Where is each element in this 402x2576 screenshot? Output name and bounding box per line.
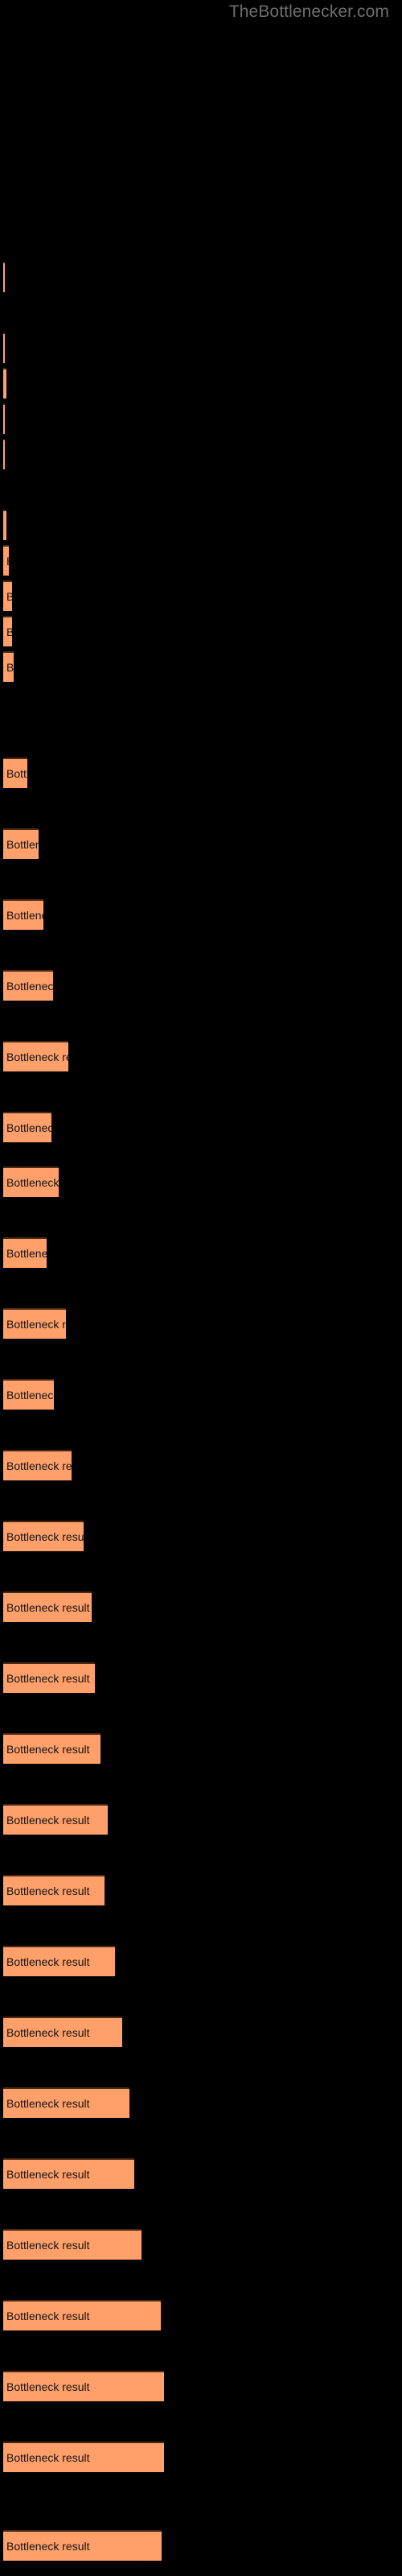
bar-3[interactable]: Bottleneck result (3, 403, 5, 434)
bar-label: Bottleneck result (6, 2097, 90, 2110)
bar-label: Bottleneck result (6, 1121, 51, 1134)
bar-16[interactable]: Bottleneck result (3, 1166, 59, 1197)
bar-label: Bottleneck result (6, 661, 14, 674)
bar-label: Bottleneck result (6, 2540, 90, 2553)
bar-2[interactable]: Bottleneck result (3, 368, 6, 398)
bar-label: Bottleneck result (6, 1389, 54, 1402)
bar-17[interactable]: Bottleneck result (3, 1237, 47, 1268)
bottleneck-chart-page: TheBottlenecker.com Bottleneck resultBot… (0, 0, 402, 2576)
bar-22[interactable]: Bottleneck result (3, 1591, 92, 1622)
bar-label: Bottleneck result (6, 2026, 90, 2039)
bar-label: Bottleneck result (6, 2239, 90, 2252)
bar-10[interactable]: Bottleneck result (3, 758, 27, 788)
bar-label: Bottleneck result (6, 555, 9, 568)
bar-label: Bottleneck result (6, 1885, 90, 1897)
bar-29[interactable]: Bottleneck result (3, 2087, 129, 2118)
bar-label: Bottleneck result (6, 1176, 59, 1189)
bar-label: Bottleneck result (6, 590, 12, 603)
bar-19[interactable]: Bottleneck result (3, 1379, 54, 1410)
bar-32[interactable]: Bottleneck result (3, 2300, 161, 2330)
bar-33[interactable]: Bottleneck result (3, 2371, 164, 2401)
bar-23[interactable]: Bottleneck result (3, 1662, 95, 1693)
bar-28[interactable]: Bottleneck result (3, 2017, 122, 2047)
bar-26[interactable]: Bottleneck result (3, 1875, 105, 1905)
bar-label: Bottleneck result (6, 980, 53, 993)
bar-30[interactable]: Bottleneck result (3, 2158, 134, 2189)
bar-13[interactable]: Bottleneck result (3, 970, 53, 1001)
bar-11[interactable]: Bottleneck result (3, 828, 39, 859)
bar-label: Bottleneck result (6, 1459, 72, 1472)
bar-0[interactable]: Bottleneck result (3, 262, 5, 292)
bar-4[interactable]: Bottleneck result (3, 439, 5, 469)
bar-8[interactable]: Bottleneck result (3, 616, 12, 646)
bar-35[interactable]: Bottleneck result (3, 2530, 162, 2561)
bar-31[interactable]: Bottleneck result (3, 2229, 142, 2260)
bar-24[interactable]: Bottleneck result (3, 1733, 100, 1764)
bar-label: Bottleneck result (6, 909, 43, 922)
bar-label: Bottleneck result (6, 1318, 66, 1331)
bar-label: Bottleneck result (6, 625, 12, 638)
bar-label: Bottleneck result (6, 1601, 90, 1614)
bar-label: Bottleneck result (6, 838, 39, 851)
bar-27[interactable]: Bottleneck result (3, 1946, 115, 1976)
bar-label: Bottleneck result (6, 1051, 68, 1063)
bar-label: Bottleneck result (6, 1672, 90, 1685)
bar-label: Bottleneck result (6, 1814, 90, 1827)
bar-label: Bottleneck result (6, 2451, 90, 2464)
bar-14[interactable]: Bottleneck result (3, 1041, 68, 1071)
bar-label: Bottleneck result (6, 1955, 90, 1968)
bar-21[interactable]: Bottleneck result (3, 1521, 84, 1551)
bar-9[interactable]: Bottleneck result (3, 651, 14, 682)
bar-label: Bottleneck result (6, 1247, 47, 1260)
bar-7[interactable]: Bottleneck result (3, 580, 12, 611)
bar-label: Bottleneck result (6, 2310, 90, 2322)
bar-6[interactable]: Bottleneck result (3, 545, 9, 576)
bar-12[interactable]: Bottleneck result (3, 899, 43, 930)
bar-label: Bottleneck result (6, 2380, 90, 2393)
horizontal-bar-chart: Bottleneck result Bottleneck result Bottle… (0, 0, 402, 2576)
bar-1[interactable]: Bottleneck result (3, 332, 5, 363)
bar-18[interactable]: Bottleneck result (3, 1308, 66, 1339)
bar-label: Bottleneck result (6, 2168, 90, 2181)
bar-label: Bottleneck result (6, 767, 27, 780)
bar-label: Bottleneck result (6, 1743, 90, 1756)
bar-15[interactable]: Bottleneck result (3, 1112, 51, 1142)
bar-label: Bottleneck result (6, 1530, 84, 1543)
bar-25[interactable]: Bottleneck result (3, 1804, 108, 1835)
bar-5[interactable]: Bottleneck result (3, 510, 6, 540)
bar-20[interactable]: Bottleneck result (3, 1450, 72, 1480)
bar-34[interactable]: Bottleneck result (3, 2442, 164, 2472)
